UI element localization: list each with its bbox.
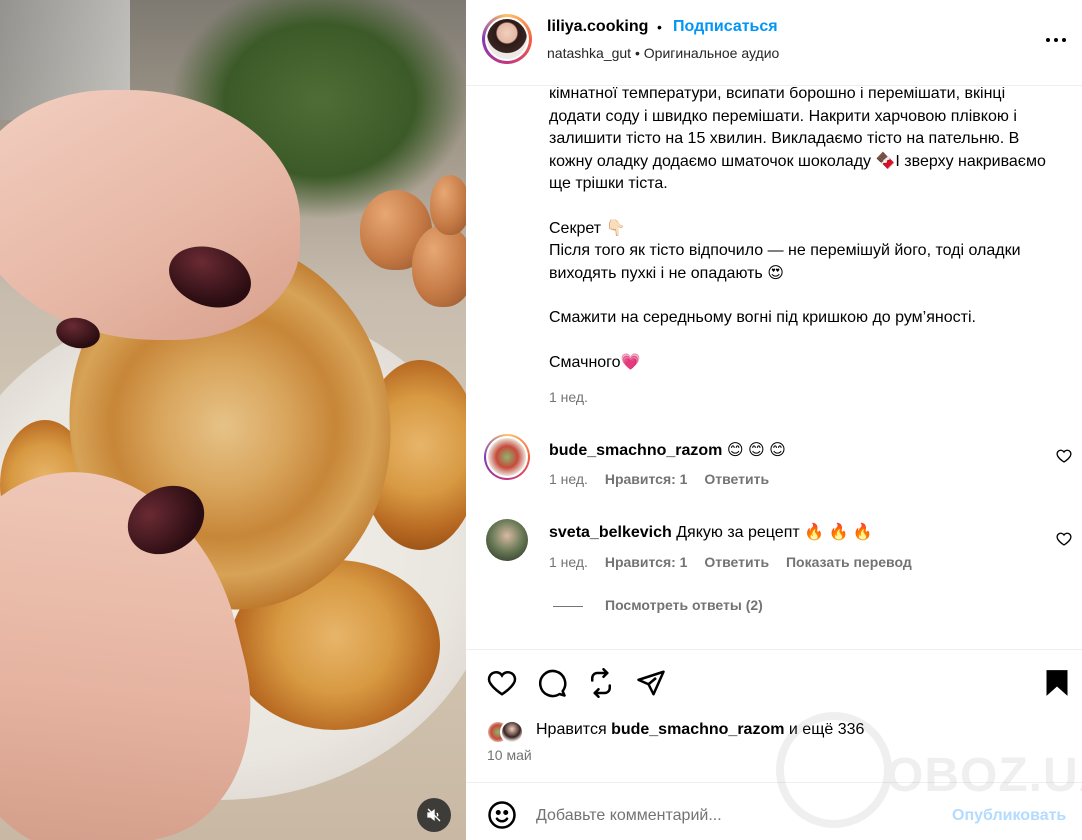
comment-input[interactable] bbox=[536, 807, 936, 825]
comment-heart-icon[interactable] bbox=[1056, 531, 1072, 547]
comment-text: 😊 😊 😊 bbox=[726, 442, 786, 459]
comment-heart-icon[interactable] bbox=[1056, 448, 1072, 464]
comment-body: sveta_belkevich Дякую за рецепт 🔥 🔥 🔥 bbox=[549, 522, 873, 542]
comment-username[interactable]: bude_smachno_razom bbox=[549, 442, 722, 459]
save-button[interactable] bbox=[1041, 667, 1073, 699]
avatar bbox=[500, 720, 524, 744]
likes-user[interactable]: bude_smachno_razom bbox=[611, 721, 784, 738]
comment-icon bbox=[539, 669, 567, 698]
caption-time[interactable]: 1 нед. bbox=[549, 389, 588, 405]
like-button[interactable] bbox=[486, 667, 518, 699]
caption-cook: Смажити на середньому вогні під кришкою … bbox=[549, 309, 976, 326]
replies-line bbox=[553, 605, 583, 607]
comment-likes[interactable]: Нравится: 1 bbox=[605, 554, 688, 570]
comment-text: Дякую за рецепт 🔥 🔥 🔥 bbox=[676, 524, 873, 541]
repost-icon bbox=[591, 668, 611, 698]
view-replies-button[interactable]: Посмотреть ответы (2) bbox=[553, 597, 763, 613]
post-panel: liliya.cooking • Подписаться natashka_gu… bbox=[466, 0, 1082, 840]
post-date[interactable]: 10 май bbox=[487, 747, 532, 763]
author-username[interactable]: liliya.cooking bbox=[547, 18, 648, 36]
caption-closing: Смачного💗 bbox=[549, 353, 641, 371]
author-avatar[interactable] bbox=[482, 14, 532, 64]
comment-time[interactable]: 1 нед. bbox=[549, 471, 588, 487]
more-icon bbox=[1046, 38, 1066, 42]
view-replies-label: Посмотреть ответы (2) bbox=[605, 597, 763, 613]
comment-avatar[interactable] bbox=[486, 519, 528, 561]
likes-summary[interactable]: Нравится bude_smachno_razom и ещё 336 bbox=[536, 721, 864, 739]
translate-button[interactable]: Показать перевод bbox=[786, 554, 912, 570]
audio-separator: • bbox=[634, 45, 640, 61]
caption-secret: Секрет 👇🏻 Після того як тісто відпочило —… bbox=[549, 218, 1059, 286]
caption-secret-title: Секрет 👇🏻 bbox=[549, 219, 626, 237]
audio-info: natashka_gut • Оригинальное аудио bbox=[547, 45, 779, 61]
post-actions: Нравится bude_smachno_razom и ещё 336 10… bbox=[466, 649, 1082, 781]
comment-meta: 1 нед. Нравится: 1 Ответить bbox=[549, 471, 782, 487]
caption-paragraph: кімнатної температури, всипати борошно і… bbox=[549, 87, 1046, 192]
audio-author[interactable]: natashka_gut bbox=[547, 45, 631, 61]
repost-button[interactable] bbox=[585, 667, 617, 699]
heart-icon bbox=[487, 670, 517, 696]
comment-button[interactable] bbox=[536, 667, 568, 699]
egg bbox=[430, 175, 466, 235]
caption-secret-text: Після того як тісто відпочило — не перем… bbox=[549, 242, 1021, 282]
reply-button[interactable]: Ответить bbox=[704, 471, 769, 487]
comment-likes[interactable]: Нравится: 1 bbox=[605, 471, 688, 487]
post-view: liliya.cooking • Подписаться natashka_gu… bbox=[0, 0, 1082, 840]
muted-icon bbox=[427, 808, 441, 822]
add-comment-bar: Опубликовать bbox=[466, 782, 1082, 840]
emoji-button[interactable] bbox=[486, 799, 518, 831]
egg bbox=[412, 225, 466, 307]
comment-avatar[interactable] bbox=[484, 434, 530, 480]
likes-prefix: Нравится bbox=[536, 721, 607, 738]
share-button[interactable] bbox=[635, 667, 667, 699]
comment-meta: 1 нед. Нравится: 1 Ответить Показать пер… bbox=[549, 554, 925, 570]
bookmark-icon bbox=[1046, 670, 1068, 696]
post-caption: кімнатної температури, всипати борошно і… bbox=[549, 87, 1059, 374]
mute-button[interactable] bbox=[417, 798, 451, 832]
audio-label[interactable]: Оригинальное аудио bbox=[644, 45, 780, 61]
emoji-icon bbox=[488, 801, 516, 829]
likes-suffix[interactable]: и ещё 336 bbox=[789, 721, 864, 738]
post-comment-button[interactable]: Опубликовать bbox=[952, 807, 1066, 825]
post-media[interactable] bbox=[0, 0, 466, 840]
more-options-button[interactable] bbox=[1044, 28, 1068, 52]
comment-username[interactable]: sveta_belkevich bbox=[549, 524, 672, 541]
share-icon bbox=[637, 670, 665, 696]
follow-button[interactable]: Подписаться bbox=[673, 18, 778, 36]
separator-dot: • bbox=[657, 19, 662, 35]
post-header: liliya.cooking • Подписаться natashka_gu… bbox=[466, 0, 1082, 86]
comments-scroll-area[interactable]: кімнатної температури, всипати борошно і… bbox=[466, 87, 1082, 649]
comment-body: bude_smachno_razom 😊 😊 😊 bbox=[549, 440, 786, 460]
comment-time[interactable]: 1 нед. bbox=[549, 554, 588, 570]
reply-button[interactable]: Ответить bbox=[704, 554, 769, 570]
